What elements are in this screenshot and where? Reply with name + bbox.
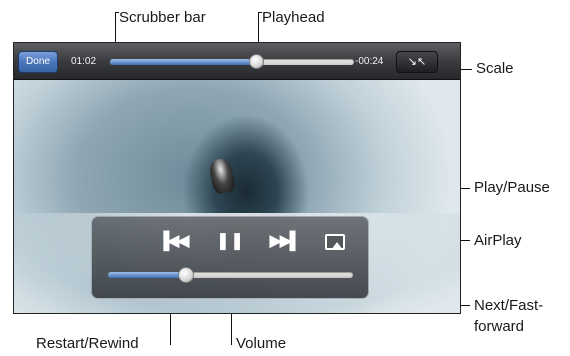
scrubber-bar-callout: Scrubber bar — [119, 9, 206, 26]
playhead-callout: Playhead — [262, 9, 325, 26]
pause-icon: ❚❚ — [215, 231, 245, 250]
airplay-button[interactable] — [325, 234, 345, 250]
volume-slider[interactable] — [108, 267, 353, 283]
playhead[interactable] — [249, 54, 265, 69]
elapsed-time: 01:02 — [71, 56, 97, 67]
scrubber-bar-leader-tick — [115, 12, 119, 13]
volume-knob[interactable] — [178, 267, 195, 283]
scrubber-bar[interactable] — [110, 54, 354, 69]
playhead-leader-tick — [258, 12, 262, 13]
volume-level — [108, 272, 187, 278]
scale-icon: ↘↖ — [407, 56, 427, 68]
next-callout-line1: Next/Fast- — [474, 297, 544, 314]
scale-callout: Scale — [476, 60, 514, 77]
next-callout-line2: forward — [474, 318, 525, 335]
rewind-icon: ▐◀◀ — [157, 231, 189, 250]
volume-callout: Volume — [236, 335, 287, 352]
playback-control-panel: ▐◀◀ ❚❚ ▶▶▌ — [91, 216, 369, 299]
fast-forward-icon: ▶▶▌ — [269, 231, 301, 250]
airplay-callout: AirPlay — [474, 232, 522, 249]
top-control-bar: Done 01:02 -00:24 ↘↖ — [14, 43, 460, 80]
video-player-screen: Done 01:02 -00:24 ↘↖ ▐◀◀ ❚❚ ▶▶▌ — [13, 42, 461, 314]
restart-rewind-button[interactable]: ▐◀◀ — [156, 231, 189, 253]
play-pause-callout: Play/Pause — [474, 179, 550, 196]
scale-button[interactable]: ↘↖ — [396, 51, 438, 73]
remaining-time: -00:24 — [355, 56, 384, 67]
next-fast-forward-button[interactable]: ▶▶▌ — [268, 231, 301, 253]
play-pause-button[interactable]: ❚❚ — [214, 231, 246, 253]
scrubber-progress — [110, 59, 257, 65]
restart-rewind-callout: Restart/Rewind — [36, 335, 139, 352]
done-button[interactable]: Done — [18, 51, 58, 73]
